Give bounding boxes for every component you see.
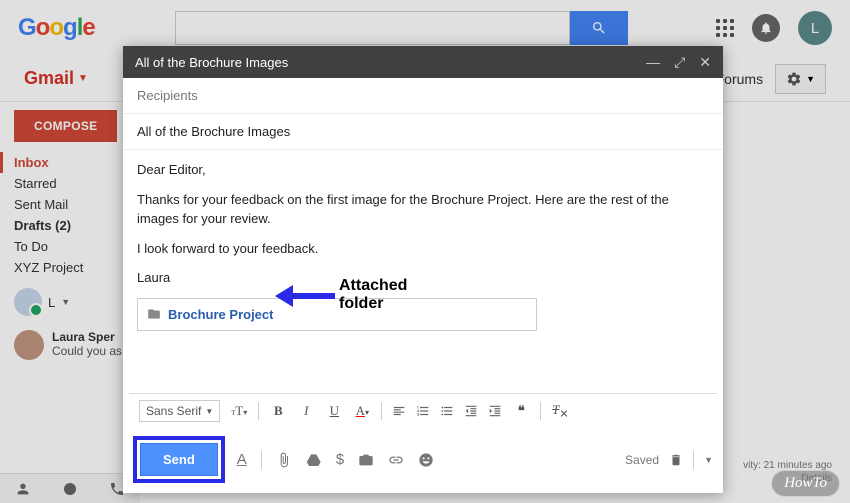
hangouts-name: L xyxy=(48,295,55,310)
folder-inbox[interactable]: Inbox xyxy=(0,152,140,173)
close-icon[interactable]: ✕ xyxy=(699,54,711,71)
body-greeting: Dear Editor, xyxy=(137,160,709,180)
photo-icon[interactable] xyxy=(358,452,374,468)
chat-thread[interactable]: Laura Sper Could you as xyxy=(14,330,140,360)
send-row: Send A $ Saved ▼ xyxy=(123,428,723,493)
link-icon[interactable] xyxy=(388,452,404,468)
gear-icon xyxy=(786,71,802,87)
person-icon[interactable] xyxy=(15,481,31,497)
attachment-name: Brochure Project xyxy=(168,305,273,325)
presence-avatar xyxy=(14,288,42,316)
folder-starred[interactable]: Starred xyxy=(14,173,140,194)
compose-body[interactable]: Dear Editor, Thanks for your feedback on… xyxy=(123,150,723,393)
left-sidebar: COMPOSE Inbox Starred Sent Mail Drafts (… xyxy=(0,102,140,360)
more-options-caret[interactable]: ▼ xyxy=(704,455,713,465)
send-highlight-annotation: Send xyxy=(133,436,225,483)
google-logo[interactable]: Google xyxy=(18,14,95,42)
search-button[interactable] xyxy=(570,11,628,45)
formatting-toolbar: Sans Serif ▼ тT▾ B I U A▾ ❝ T✕ xyxy=(129,393,717,428)
attach-file-icon[interactable] xyxy=(276,452,292,468)
search-icon xyxy=(591,20,607,36)
folder-drafts[interactable]: Drafts (2) xyxy=(14,215,140,236)
notifications-icon[interactable] xyxy=(752,14,780,42)
body-signature: Laura xyxy=(137,268,709,288)
compose-title: All of the Brochure Images xyxy=(135,55,288,70)
caret-down-icon: ▼ xyxy=(806,74,815,84)
chat-avatar xyxy=(14,330,44,360)
folder-todo[interactable]: To Do xyxy=(14,236,140,257)
drive-icon[interactable] xyxy=(306,452,322,468)
compose-button[interactable]: COMPOSE xyxy=(14,110,117,142)
folder-icon xyxy=(146,307,162,321)
text-color-button[interactable]: A▾ xyxy=(353,403,371,419)
subject-field[interactable]: All of the Brochure Images xyxy=(123,114,723,150)
recipients-field[interactable]: Recipients xyxy=(123,78,723,114)
hangouts-self[interactable]: L ▼ xyxy=(14,288,140,316)
money-icon[interactable]: $ xyxy=(336,451,344,468)
chat-preview: Could you as xyxy=(52,344,122,358)
align-button[interactable] xyxy=(392,404,406,418)
chat-sender: Laura Sper xyxy=(52,330,122,344)
discard-icon[interactable] xyxy=(669,453,683,467)
gmail-menu[interactable]: Gmail ▼ xyxy=(24,68,88,89)
hangouts-bottom-bar xyxy=(0,473,140,503)
send-button[interactable]: Send xyxy=(140,443,218,476)
underline-button[interactable]: U xyxy=(325,403,343,419)
minimize-icon[interactable]: — xyxy=(646,54,660,71)
expand-icon[interactable]: ⤢ xyxy=(674,54,685,71)
body-para1: Thanks for your feedback on the first im… xyxy=(137,190,709,229)
indent-less-button[interactable] xyxy=(464,404,478,418)
saved-label: Saved xyxy=(625,453,659,467)
compose-header[interactable]: All of the Brochure Images — ⤢ ✕ xyxy=(123,46,723,78)
font-family-select[interactable]: Sans Serif ▼ xyxy=(139,400,220,422)
text-format-toggle[interactable]: A xyxy=(237,451,247,468)
annotation: Attached folder xyxy=(275,277,407,312)
font-size-select[interactable]: тT▾ xyxy=(230,403,248,419)
folder-sent[interactable]: Sent Mail xyxy=(14,194,140,215)
folder-list: Inbox Starred Sent Mail Drafts (2) To Do… xyxy=(14,152,140,278)
account-avatar[interactable]: L xyxy=(798,11,832,45)
body-para2: I look forward to your feedback. xyxy=(137,239,709,259)
apps-icon[interactable] xyxy=(716,19,734,37)
settings-button[interactable]: ▼ xyxy=(775,64,826,94)
indent-more-button[interactable] xyxy=(488,404,502,418)
bold-button[interactable]: B xyxy=(269,403,287,419)
remove-formatting-button[interactable]: T✕ xyxy=(551,402,569,421)
italic-button[interactable]: I xyxy=(297,403,315,419)
quote-button[interactable]: ❝ xyxy=(512,403,530,419)
search-input[interactable] xyxy=(175,11,570,45)
arrow-icon xyxy=(275,285,335,305)
bullet-list-button[interactable] xyxy=(440,404,454,418)
hangouts-icon[interactable] xyxy=(62,481,78,497)
gmail-label-text: Gmail xyxy=(24,68,74,89)
emoji-icon[interactable] xyxy=(418,452,434,468)
caret-down-icon: ▼ xyxy=(61,297,70,307)
caret-down-icon: ▼ xyxy=(78,73,88,84)
folder-xyz[interactable]: XYZ Project xyxy=(14,257,140,278)
numbered-list-button[interactable] xyxy=(416,404,430,418)
compose-window: All of the Brochure Images — ⤢ ✕ Recipie… xyxy=(123,46,723,493)
howto-watermark: HowTo xyxy=(771,470,840,497)
